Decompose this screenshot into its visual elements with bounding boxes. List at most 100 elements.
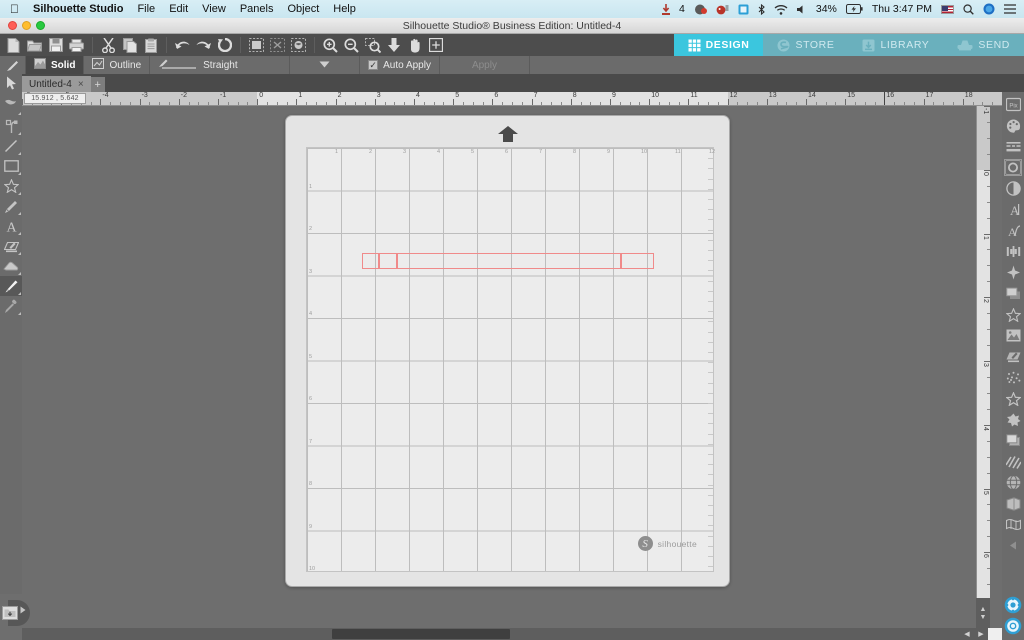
fit-window-icon[interactable] [425,35,446,55]
pen-tool-icon[interactable] [0,56,26,74]
knife-tool-icon[interactable] [0,276,22,296]
screenshot-icon[interactable] [738,4,749,15]
curved-text-panel-icon[interactable]: A [1002,220,1024,241]
horizontal-scrollbar-thumb[interactable] [332,629,510,639]
edit-points-tool-icon[interactable] [0,116,22,136]
scroll-up-icon[interactable]: ▲ [980,606,987,613]
scroll-down-icon[interactable]: ▼ [980,614,987,621]
line-tool-icon[interactable] [0,136,22,156]
preferences-gear-icon[interactable] [1004,596,1022,614]
bluetooth-icon[interactable] [758,3,765,15]
vertical-ruler[interactable]: -101234567 [976,106,990,616]
trace-panel-icon[interactable] [1002,346,1024,367]
menu-edit[interactable]: Edit [169,3,188,15]
color-palette-panel-icon[interactable] [1002,115,1024,136]
new-tab-button[interactable]: + [90,77,105,92]
copy-icon[interactable] [119,35,140,55]
image-panel-icon[interactable] [1002,325,1024,346]
download-icon[interactable] [662,3,671,15]
volume-icon[interactable] [796,4,807,15]
refresh-icon[interactable] [214,35,235,55]
selected-shape[interactable] [362,253,654,269]
close-icon[interactable]: × [78,79,84,90]
text-tool-icon[interactable]: A [0,216,22,236]
mat-grid[interactable]: S silhouette 1 2 3 4 5 6 7 8 9 10 11 12 1 2 3 4 5 6 7 8 9 10 [306,147,715,572]
redo-icon[interactable] [193,35,214,55]
offset-panel-icon[interactable] [1002,430,1024,451]
paste-icon[interactable] [140,35,161,55]
new-document-icon[interactable] [3,35,24,55]
polygon-tool-icon[interactable] [0,176,22,196]
notification-center-icon[interactable] [983,3,995,15]
open-document-icon[interactable] [24,35,45,55]
trace-tool-icon[interactable] [0,236,22,256]
fill-effects-panel-icon[interactable] [1002,157,1024,178]
rectangle-tool-icon[interactable] [0,156,22,176]
menu-object[interactable]: Object [287,3,319,15]
shape-segment[interactable] [621,253,654,269]
help-circle-icon[interactable] [1004,617,1022,635]
spotlight-icon[interactable] [963,3,974,15]
tab-design[interactable]: DESIGN [673,34,764,56]
horizontal-scrollbar[interactable] [22,628,980,640]
apply-button[interactable]: Apply [440,56,530,74]
auto-apply-toggle[interactable]: ✓ Auto Apply [360,56,440,74]
warp-panel-icon[interactable] [1002,514,1024,535]
tab-library[interactable]: LIBRARY [848,34,944,56]
print-icon[interactable] [66,35,87,55]
deselect-all-icon[interactable] [267,35,288,55]
freehand-tool-icon[interactable] [0,196,22,216]
stipple-panel-icon[interactable] [1002,367,1024,388]
zoom-selection-icon[interactable] [362,35,383,55]
pan-icon[interactable] [404,35,425,55]
undo-icon[interactable] [172,35,193,55]
menubar-clock[interactable]: Thu 3:47 PM [872,3,932,15]
antivirus-icon[interactable] [716,4,729,15]
scroll-right-icon[interactable]: ▶ [974,628,988,640]
text-style-panel-icon[interactable]: A [1002,199,1024,220]
zoom-in-icon[interactable] [320,35,341,55]
library-download-icon[interactable] [2,606,18,620]
effects-panel-icon[interactable] [1002,262,1024,283]
flag-icon[interactable] [941,4,954,14]
select-similar-icon[interactable] [288,35,309,55]
cut-style-selector[interactable]: Straight [150,56,291,74]
shape-segment[interactable] [379,253,397,269]
document-tab-untitled-4[interactable]: Untitled-4 × [22,76,91,92]
knockout-panel-icon[interactable] [1002,409,1024,430]
tab-store[interactable]: STORE [763,34,849,56]
list-icon[interactable] [1004,4,1016,14]
cut-style-outline-button[interactable]: Outline [84,56,151,74]
menu-view[interactable]: View [202,3,226,15]
rhinestone-panel-icon[interactable] [1002,388,1024,409]
align-panel-icon[interactable] [1002,241,1024,262]
horizontal-scroll-steppers[interactable]: ◀ ▶ [960,628,988,640]
shadow-panel-icon[interactable] [1002,283,1024,304]
select-tool-icon[interactable] [0,96,22,116]
menu-panels[interactable]: Panels [240,3,274,15]
apple-icon[interactable]:  [10,3,19,15]
menubar-app-name[interactable]: Silhouette Studio [33,3,123,15]
collapse-rail-icon[interactable] [1002,535,1024,556]
line-style-panel-icon[interactable] [1002,136,1024,157]
auto-apply-checkbox[interactable]: ✓ [368,60,379,70]
horizontal-ruler[interactable]: -6-5-4-3-2-10123456789101112131415161718… [22,92,1002,106]
cut-style-dropdown-button[interactable] [290,56,361,74]
menu-help[interactable]: Help [333,3,356,15]
design-canvas[interactable]: S silhouette 1 2 3 4 5 6 7 8 9 10 11 12 1 2 3 4 5 6 7 8 9 10 [22,106,976,616]
star-panel-icon[interactable] [1002,304,1024,325]
tab-send[interactable]: SEND [943,34,1024,56]
fit-to-page-icon[interactable] [383,35,404,55]
extrude-panel-icon[interactable] [1002,493,1024,514]
transparency-panel-icon[interactable] [1002,178,1024,199]
select-all-icon[interactable] [246,35,267,55]
wifi-icon[interactable] [774,4,788,15]
vertical-scroll-steppers[interactable]: ▲ ▼ [976,598,990,628]
menu-file[interactable]: File [137,3,155,15]
cut-style-solid-button[interactable]: Solid [26,56,85,74]
scroll-left-icon[interactable]: ◀ [960,628,974,640]
zoom-out-icon[interactable] [341,35,362,55]
hatch-fill-panel-icon[interactable] [1002,451,1024,472]
shape-segment[interactable] [397,253,621,269]
cutting-mat[interactable]: S silhouette 1 2 3 4 5 6 7 8 9 10 11 12 1 2 3 4 5 6 7 8 9 10 [285,115,730,587]
